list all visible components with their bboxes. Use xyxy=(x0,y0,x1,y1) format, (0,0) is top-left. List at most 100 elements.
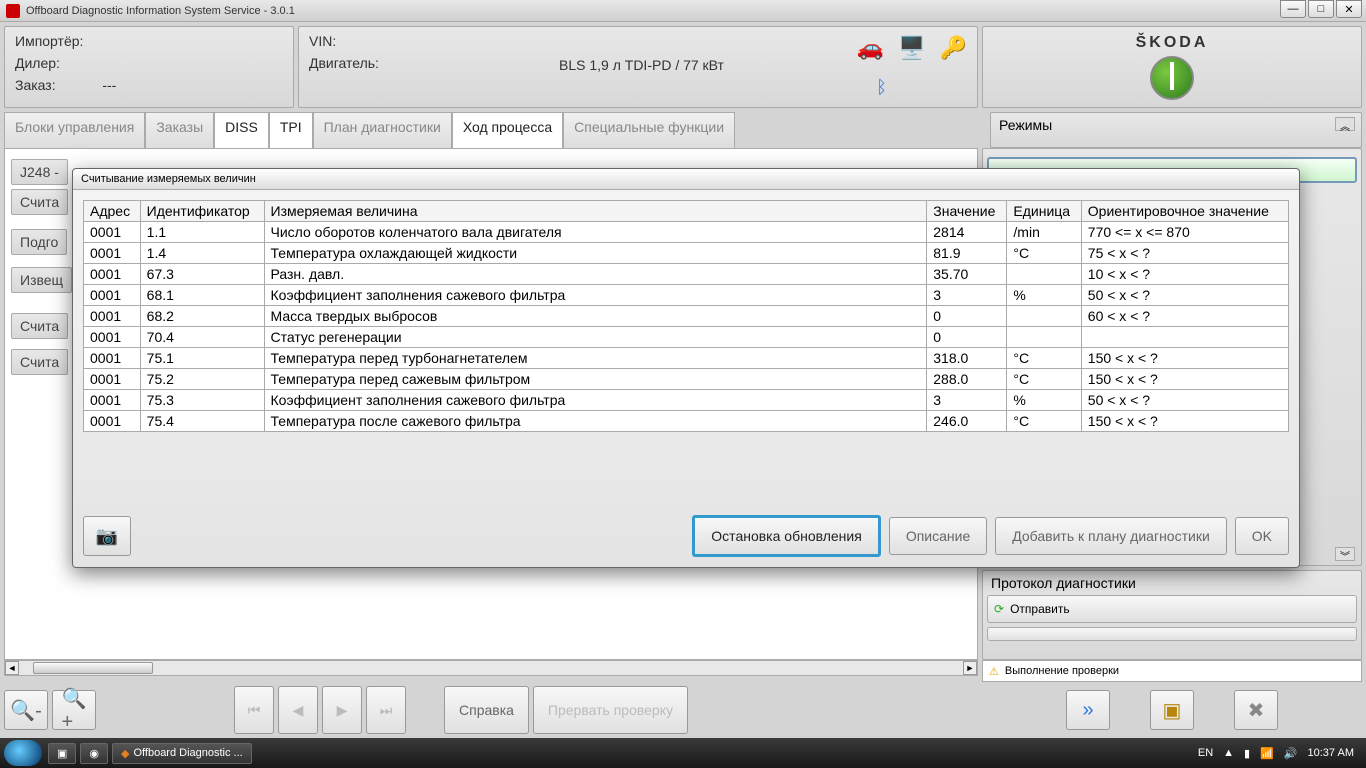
nav-last-icon: ⏭ xyxy=(380,702,393,719)
tab-tpi[interactable]: TPI xyxy=(269,112,313,148)
cell-addr: 0001 xyxy=(84,369,141,390)
send-button[interactable]: ⟳ Отправить xyxy=(987,595,1357,623)
stub-read3[interactable]: Счита xyxy=(11,349,68,375)
ok-button[interactable]: OK xyxy=(1235,517,1289,555)
scroll-thumb[interactable] xyxy=(33,662,153,674)
description-button[interactable]: Описание xyxy=(889,517,987,555)
add-to-plan-button[interactable]: Добавить к плану диагностики xyxy=(995,517,1227,555)
horizontal-scrollbar[interactable]: ◄ ► xyxy=(4,660,978,676)
cell-id: 1.1 xyxy=(140,222,264,243)
close-button[interactable]: ✕ xyxy=(1336,0,1362,18)
stop-update-button[interactable]: Остановка обновления xyxy=(692,515,881,557)
stub-read2[interactable]: Счита xyxy=(11,313,68,339)
screenshot-button[interactable]: 📷 xyxy=(83,516,131,556)
camera-icon: 📷 xyxy=(96,526,118,547)
tab-diss[interactable]: DISS xyxy=(214,112,269,148)
tab-diag-plan[interactable]: План диагностики xyxy=(313,112,452,148)
cell-unit: /min xyxy=(1007,222,1081,243)
table-row[interactable]: 000175.2Температура перед сажевым фильтр… xyxy=(84,369,1289,390)
cell-addr: 0001 xyxy=(84,306,141,327)
table-row[interactable]: 000170.4Статус регенерации0 xyxy=(84,327,1289,348)
tab-process[interactable]: Ход процесса xyxy=(452,112,563,148)
cell-value: 0 xyxy=(927,306,1007,327)
forward-icon: » xyxy=(1082,699,1093,722)
cell-unit: % xyxy=(1007,390,1081,411)
table-row[interactable]: 000167.3Разн. давл.35.7010 < x < ? xyxy=(84,264,1289,285)
task-app-icon: ◆ xyxy=(121,747,129,760)
tab-control-units[interactable]: Блоки управления xyxy=(4,112,145,148)
stub-notify[interactable]: Извещ xyxy=(11,267,72,293)
car-icon: 🚗 xyxy=(857,35,884,61)
cell-ref: 770 <= x <= 870 xyxy=(1081,222,1288,243)
scroll-right-icon[interactable]: ► xyxy=(963,661,977,675)
table-row[interactable]: 000175.1Температура перед турбонагнетате… xyxy=(84,348,1289,369)
task-app-label: Offboard Diagnostic ... xyxy=(133,747,242,759)
nav-prev-icon: ◀ xyxy=(293,702,304,719)
modes-title: Режимы xyxy=(995,115,1056,135)
expand-icon[interactable]: ︾ xyxy=(1335,547,1355,561)
tray-lang[interactable]: EN xyxy=(1198,747,1213,759)
tray-flag-icon[interactable]: ▲ xyxy=(1223,747,1234,759)
table-row[interactable]: 000168.2Масса твердых выбросов060 < x < … xyxy=(84,306,1289,327)
task-app[interactable]: ◆ Offboard Diagnostic ... xyxy=(112,743,252,764)
table-row[interactable]: 000168.1Коэффициент заполнения сажевого … xyxy=(84,285,1289,306)
cell-ref: 50 < x < ? xyxy=(1081,390,1288,411)
nav-last-button[interactable]: ⏭ xyxy=(366,686,406,734)
tab-special[interactable]: Специальные функции xyxy=(563,112,735,148)
tab-orders[interactable]: Заказы xyxy=(145,112,214,148)
cell-addr: 0001 xyxy=(84,390,141,411)
tray-network-icon[interactable]: 📶 xyxy=(1260,747,1274,760)
table-row[interactable]: 00011.1Число оборотов коленчатого вала д… xyxy=(84,222,1289,243)
table-row[interactable]: 000175.3Коэффициент заполнения сажевого … xyxy=(84,390,1289,411)
order-value: --- xyxy=(102,77,116,93)
col-ref[interactable]: Ориентировочное значение xyxy=(1081,201,1288,222)
nav-first-button[interactable]: ⏮ xyxy=(234,686,274,734)
tray-battery-icon[interactable]: ▮ xyxy=(1244,747,1250,760)
task-chrome[interactable]: ◉ xyxy=(80,743,108,764)
select-icon: ▣ xyxy=(1163,698,1182,723)
cell-measure: Температура после сажевого фильтра xyxy=(264,411,927,432)
col-measure[interactable]: Измеряемая величина xyxy=(264,201,927,222)
cell-unit xyxy=(1007,264,1081,285)
col-unit[interactable]: Единица xyxy=(1007,201,1081,222)
minimize-button[interactable]: — xyxy=(1280,0,1306,18)
task-cube[interactable]: ▣ xyxy=(48,743,76,764)
cell-unit: °C xyxy=(1007,369,1081,390)
cancel-icon: ✖ xyxy=(1248,698,1265,723)
chrome-icon: ◉ xyxy=(89,747,99,760)
select-button[interactable]: ▣ xyxy=(1150,690,1194,730)
cancel-button[interactable]: ✖ xyxy=(1234,690,1278,730)
tray-time[interactable]: 10:37 AM xyxy=(1308,747,1354,759)
protocol-item-2[interactable] xyxy=(987,627,1357,641)
scroll-left-icon[interactable]: ◄ xyxy=(5,661,19,675)
nav-first-icon: ⏮ xyxy=(248,702,261,719)
stop-check-button[interactable]: Прервать проверку xyxy=(533,686,688,734)
send-icon: ⟳ xyxy=(994,602,1004,616)
forward-button[interactable]: » xyxy=(1066,690,1110,730)
maximize-button[interactable]: □ xyxy=(1308,0,1334,18)
status-strip: ⚠ Выполнение проверки xyxy=(982,660,1362,682)
table-row[interactable]: 000175.4Температура после сажевого фильт… xyxy=(84,411,1289,432)
col-value[interactable]: Значение xyxy=(927,201,1007,222)
cell-measure: Температура охлаждающей жидкости xyxy=(264,243,927,264)
stub-prep[interactable]: Подго xyxy=(11,229,67,255)
col-addr[interactable]: Адрес xyxy=(84,201,141,222)
send-label: Отправить xyxy=(1010,602,1070,616)
start-button[interactable] xyxy=(4,740,42,766)
table-row[interactable]: 00011.4Температура охлаждающей жидкости8… xyxy=(84,243,1289,264)
cell-unit: °C xyxy=(1007,348,1081,369)
nav-next-button[interactable]: ▶ xyxy=(322,686,362,734)
nav-prev-button[interactable]: ◀ xyxy=(278,686,318,734)
cell-addr: 0001 xyxy=(84,285,141,306)
tray-sound-icon[interactable]: 🔊 xyxy=(1284,747,1298,760)
cell-value: 81.9 xyxy=(927,243,1007,264)
zoom-out-button[interactable]: 🔍- xyxy=(4,690,48,730)
zoom-in-button[interactable]: 🔍+ xyxy=(52,690,96,730)
cell-addr: 0001 xyxy=(84,264,141,285)
col-id[interactable]: Идентификатор xyxy=(140,201,264,222)
stub-j248: J248 - xyxy=(11,159,68,185)
cell-id: 75.1 xyxy=(140,348,264,369)
protocol-title: Протокол диагностики xyxy=(987,573,1140,593)
help-button[interactable]: Справка xyxy=(444,686,529,734)
collapse-icon[interactable]: ︽ xyxy=(1335,117,1355,131)
